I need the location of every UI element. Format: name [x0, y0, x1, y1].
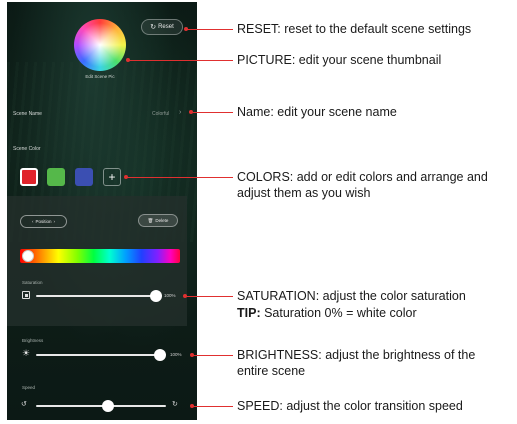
reset-label: Reset [158, 24, 174, 30]
sun-icon: ☀ [22, 348, 31, 358]
callout-reset: RESET: reset to the default scene settin… [237, 22, 472, 36]
color-swatch-green[interactable] [47, 168, 65, 186]
saturation-slider-knob[interactable] [150, 290, 162, 302]
delete-button[interactable]: 🗑︎ Delete [138, 214, 178, 227]
hue-slider-handle[interactable] [22, 250, 34, 262]
callout-brightness: BRIGHTNESS: adjust the brightness of the… [237, 348, 476, 378]
scene-color-label: Scene Color [13, 146, 41, 152]
scene-name-value[interactable]: Colorful [152, 111, 169, 117]
position-stepper[interactable]: ‹ Position › [20, 215, 67, 228]
callout-colors: COLORS: add or edit colors and arrange a… [237, 170, 488, 200]
saturation-icon [22, 291, 30, 299]
brightness-value: 100% [170, 352, 182, 357]
callout-line-saturation [185, 296, 233, 297]
refresh-icon: ↻ [150, 24, 157, 31]
tip-text: Saturation 0% = white color [264, 306, 417, 320]
add-color-button[interactable]: + [103, 168, 121, 186]
saturation-label: Saturation [22, 280, 43, 285]
color-swatch-blue[interactable] [75, 168, 93, 186]
callout-line-brightness [192, 355, 233, 356]
reset-button[interactable]: ↻ Reset [141, 19, 183, 35]
delete-label: Delete [155, 218, 169, 223]
chevron-right-icon[interactable]: › [179, 109, 181, 116]
callout-picture: PICTURE: edit your scene thumbnail [237, 53, 442, 67]
callout-line-name [191, 112, 233, 113]
speed-slider-knob[interactable] [101, 400, 114, 412]
saturation-value: 100% [164, 293, 176, 298]
tip-label: TIP: [237, 306, 261, 320]
callout-tip: TIP: Saturation 0% = white color [237, 305, 515, 321]
callout-line-colors [126, 177, 233, 178]
callout-name: Name: edit your scene name [237, 105, 397, 119]
callout-saturation: SATURATION: adjust the color saturation [237, 289, 466, 303]
scene-thumbnail[interactable] [74, 19, 126, 71]
thumbnail-caption[interactable]: Edit Scene Pic [60, 74, 140, 79]
brightness-slider-track[interactable] [36, 354, 160, 356]
callout-line-reset [186, 29, 233, 30]
callout-line-speed [192, 406, 233, 407]
speed-label: Speed [22, 385, 36, 390]
callout-line-picture [128, 60, 233, 61]
hue-spectrum-slider[interactable] [20, 249, 180, 263]
fast-speed-icon: ↻ [172, 401, 178, 408]
scene-name-label: Scene Name [13, 111, 42, 117]
position-label: Position [35, 219, 52, 224]
saturation-slider-track[interactable] [36, 295, 156, 297]
trash-icon: 🗑︎ [147, 217, 154, 223]
callout-speed: SPEED: adjust the color transition speed [237, 399, 463, 413]
chevron-left-icon[interactable]: ‹ [32, 219, 34, 224]
chevron-right-icon[interactable]: › [54, 219, 56, 224]
brightness-slider-knob[interactable] [154, 349, 166, 361]
brightness-label: Brightness [22, 338, 44, 343]
slow-speed-icon: ↺ [21, 401, 27, 408]
color-swatch-red[interactable] [20, 168, 38, 186]
